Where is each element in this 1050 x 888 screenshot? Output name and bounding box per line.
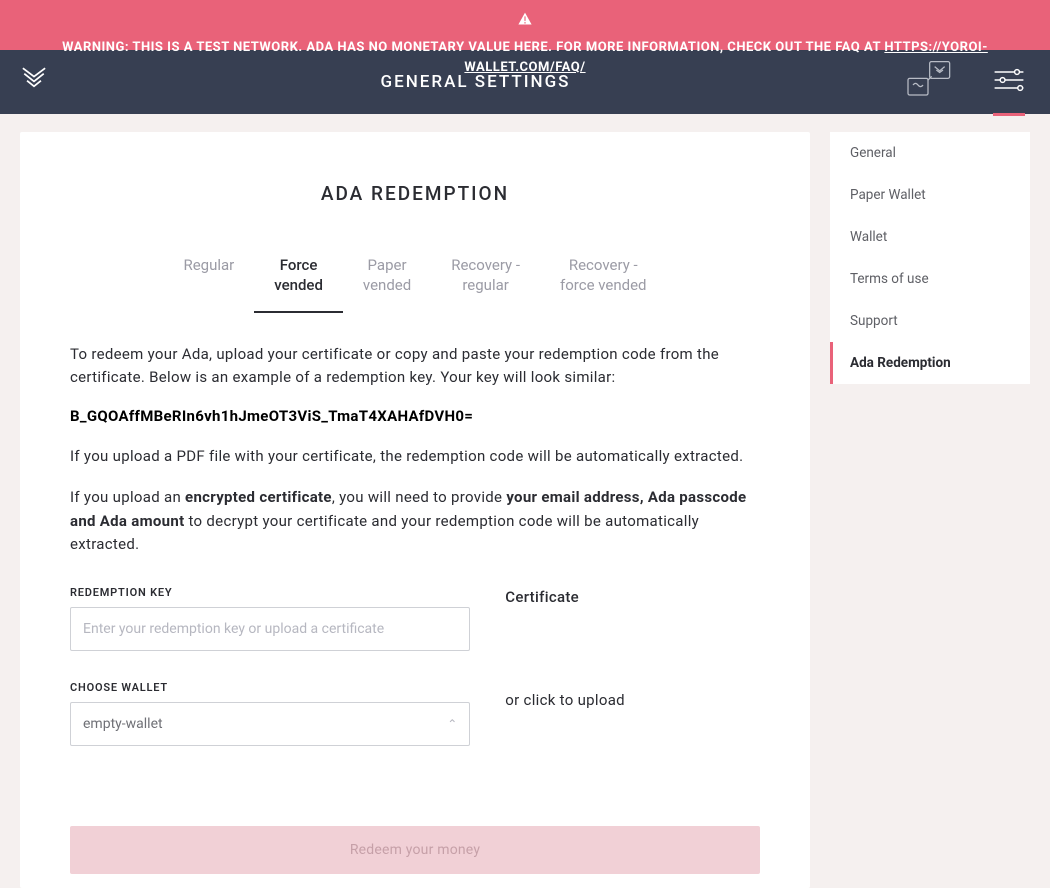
wallet-select-value: empty-wallet [83,716,163,732]
choose-wallet-label: CHOOSE WALLET [70,681,470,694]
key-example: B_GQOAffMBeRIn6vh1hJmeOT3ViS_TmaT4XAHAfD… [70,407,760,425]
pdf-note: If you upload a PDF file with your certi… [70,445,760,468]
warning-icon [516,10,534,28]
sidebar-item-terms-of-use[interactable]: Terms of use [830,258,1030,300]
section-heading: ADA REDEMPTION [70,182,760,205]
tab-regular[interactable]: Regular [163,255,254,313]
sidebar-item-general[interactable]: General [830,132,1030,174]
redemption-tabs: Regular Force vended Paper vended Recove… [70,255,760,313]
sidebar-item-ada-redemption[interactable]: Ada Redemption [830,342,1030,384]
test-network-warning: WARNING: THIS IS A TEST NETWORK. ADA HAS… [0,0,1050,50]
tab-recovery-force-vended[interactable]: Recovery - force vended [540,255,667,313]
page-title: GENERAL SETTINGS [381,72,571,92]
certificate-heading: Certificate [505,586,760,609]
tab-force-vended[interactable]: Force vended [254,255,343,313]
wallet-select[interactable]: empty-wallet ⌃ [70,702,470,746]
tab-recovery-regular[interactable]: Recovery - regular [431,255,540,313]
redeem-button[interactable]: Redeem your money [70,826,760,874]
categories-icon[interactable] [903,60,953,104]
redemption-key-input[interactable] [70,607,470,651]
main-panel: ADA REDEMPTION Regular Force vended Pape… [20,132,810,888]
redemption-key-field: REDEMPTION KEY [70,586,470,651]
sidebar-item-support[interactable]: Support [830,300,1030,342]
sidebar-item-wallet[interactable]: Wallet [830,216,1030,258]
chevron-up-icon: ⌃ [447,717,457,731]
content-area: ADA REDEMPTION Regular Force vended Pape… [0,114,1050,888]
settings-side-nav: General Paper Wallet Wallet Terms of use… [830,132,1030,888]
sidebar-item-paper-wallet[interactable]: Paper Wallet [830,174,1030,216]
intro-text: To redeem your Ada, upload your certific… [70,343,760,390]
redemption-key-label: REDEMPTION KEY [70,586,470,599]
tab-paper-vended[interactable]: Paper vended [343,255,431,313]
encrypted-note: If you upload an encrypted certificate, … [70,486,760,556]
yoroi-logo-icon[interactable] [20,64,48,100]
choose-wallet-field: CHOOSE WALLET empty-wallet ⌃ [70,681,470,746]
warning-text: WARNING: THIS IS A TEST NETWORK. ADA HAS… [62,40,881,55]
settings-sliders-icon[interactable] [993,78,1025,97]
certificate-upload-area[interactable]: or click to upload [505,689,760,712]
